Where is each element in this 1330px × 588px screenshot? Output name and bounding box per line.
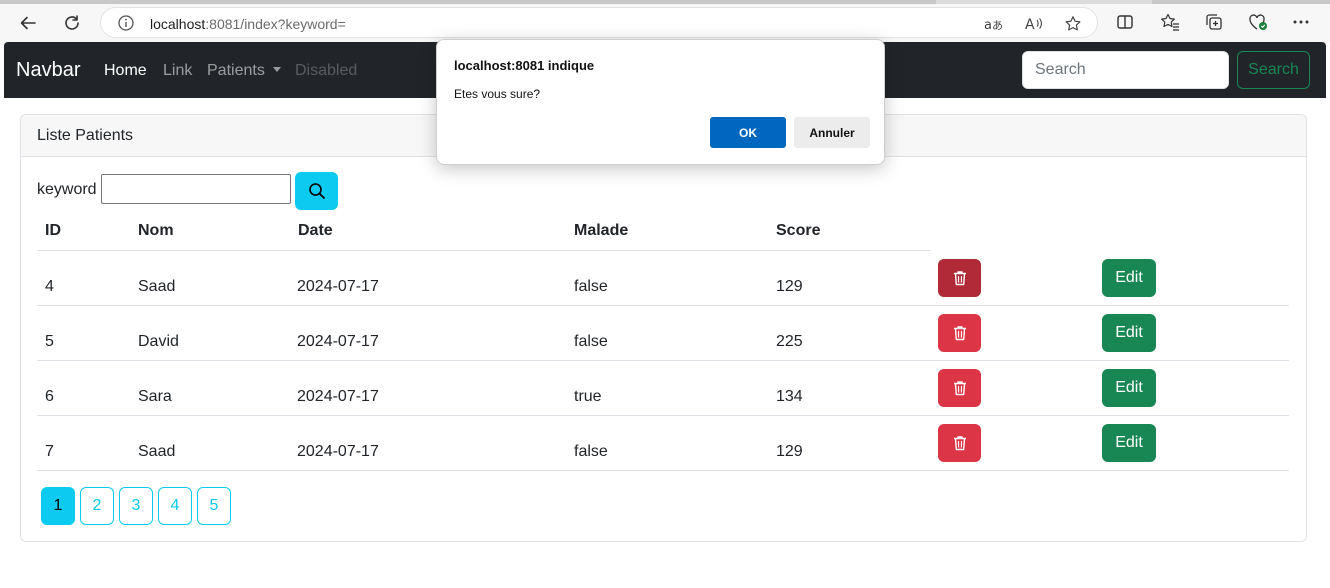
cell-id: 4 <box>45 278 54 295</box>
browser-toolbar: localhost:8081/index?keyword= aあ A <box>0 0 1330 42</box>
cell-score: 225 <box>776 333 803 350</box>
keyword-input[interactable] <box>101 174 291 204</box>
nav-link-home[interactable]: Home <box>104 62 147 80</box>
page-button-1[interactable]: 1 <box>41 487 75 525</box>
split-screen-icon[interactable] <box>1114 11 1136 33</box>
translate-icon[interactable]: aあ <box>984 15 1002 33</box>
cell-date: 2024-07-17 <box>297 278 379 295</box>
navbar-search-button[interactable]: Search <box>1237 51 1310 89</box>
navbar-search-input[interactable] <box>1022 51 1229 89</box>
patients-card: Liste Patients keyword ID Nom Date Malad… <box>20 114 1307 542</box>
nav-dropdown-label: Patients <box>207 62 265 79</box>
url-text[interactable]: localhost:8081/index?keyword= <box>150 16 346 32</box>
site-info-icon[interactable] <box>117 14 135 32</box>
table-row: 7 Saad 2024-07-17 false 129 Edit <box>37 416 1289 471</box>
column-header-id: ID <box>45 222 61 239</box>
edit-button[interactable]: Edit <box>1102 259 1156 297</box>
inactive-tab[interactable] <box>1152 0 1330 4</box>
more-options-icon[interactable] <box>1290 11 1312 33</box>
delete-button[interactable] <box>938 259 981 297</box>
cell-date: 2024-07-17 <box>297 333 379 350</box>
table-row: 4 Saad 2024-07-17 false 129 Edit <box>37 251 1289 306</box>
edit-button[interactable]: Edit <box>1102 314 1156 352</box>
favorite-star-icon[interactable] <box>1064 15 1082 33</box>
confirm-dialog: localhost:8081 indique Etes vous sure? O… <box>436 39 885 165</box>
back-arrow-icon[interactable] <box>13 8 43 38</box>
cell-date: 2024-07-17 <box>297 388 379 405</box>
column-header-date: Date <box>298 222 333 239</box>
cell-malade: false <box>574 278 608 295</box>
nav-link-link[interactable]: Link <box>163 62 192 80</box>
cell-malade: false <box>574 443 608 460</box>
cell-date: 2024-07-17 <box>297 443 379 460</box>
cell-malade: false <box>574 333 608 350</box>
nav-dropdown-patients[interactable]: Patients <box>207 62 281 80</box>
navbar-brand[interactable]: Navbar <box>16 59 80 82</box>
cell-nom: Saad <box>138 278 176 295</box>
search-icon <box>308 183 325 199</box>
column-header-malade: Malade <box>574 222 629 239</box>
cell-nom: David <box>138 333 179 350</box>
cell-malade: true <box>574 388 602 405</box>
svg-text:A: A <box>1025 17 1035 32</box>
chevron-down-icon <box>272 67 281 72</box>
browser-essentials-icon[interactable] <box>1247 11 1269 33</box>
collections-icon[interactable] <box>1203 11 1225 33</box>
trash-icon <box>953 326 966 341</box>
cell-id: 5 <box>45 333 54 350</box>
table-row: 5 David 2024-07-17 false 225 Edit <box>37 306 1289 361</box>
favorites-icon[interactable] <box>1159 11 1181 33</box>
nav-link-disabled: Disabled <box>295 62 358 79</box>
cell-nom: Saad <box>138 443 176 460</box>
trash-icon <box>953 271 966 286</box>
edit-button[interactable]: Edit <box>1102 369 1156 407</box>
column-header-score: Score <box>776 222 821 239</box>
table-row: 6 Sara 2024-07-17 true 134 Edit <box>37 361 1289 416</box>
tab-strip <box>0 0 1330 4</box>
dialog-ok-button[interactable]: OK <box>710 117 786 148</box>
url-host: localhost <box>150 16 206 32</box>
page-button-3[interactable]: 3 <box>119 487 153 525</box>
cell-id: 6 <box>45 388 54 405</box>
delete-button[interactable] <box>938 369 981 407</box>
trash-icon <box>953 436 966 451</box>
keyword-label: keyword <box>37 181 97 198</box>
url-path: :8081/index?keyword= <box>205 16 346 32</box>
cell-score: 129 <box>776 278 803 295</box>
dialog-message: Etes vous sure? <box>454 87 541 101</box>
cell-score: 134 <box>776 388 803 405</box>
trash-icon <box>953 381 966 396</box>
svg-text:a: a <box>984 18 992 32</box>
address-bar[interactable]: localhost:8081/index?keyword= aあ A <box>100 7 1098 38</box>
edit-button[interactable]: Edit <box>1102 424 1156 462</box>
cell-score: 129 <box>776 443 803 460</box>
page-button-2[interactable]: 2 <box>80 487 114 525</box>
read-aloud-icon[interactable]: A <box>1025 15 1043 33</box>
svg-text:あ: あ <box>992 19 1002 32</box>
column-header-nom: Nom <box>138 222 174 239</box>
keyword-search-button[interactable] <box>295 172 338 210</box>
card-title: Liste Patients <box>37 127 134 144</box>
delete-button[interactable] <box>938 424 981 462</box>
delete-button[interactable] <box>938 314 981 352</box>
refresh-icon[interactable] <box>57 8 87 38</box>
cell-nom: Sara <box>138 388 172 405</box>
dialog-cancel-button[interactable]: Annuler <box>794 117 870 148</box>
page-button-5[interactable]: 5 <box>197 487 231 525</box>
active-tab[interactable] <box>0 0 936 4</box>
cell-id: 7 <box>45 443 54 460</box>
dialog-title: localhost:8081 indique <box>454 58 595 73</box>
page-button-4[interactable]: 4 <box>158 487 192 525</box>
